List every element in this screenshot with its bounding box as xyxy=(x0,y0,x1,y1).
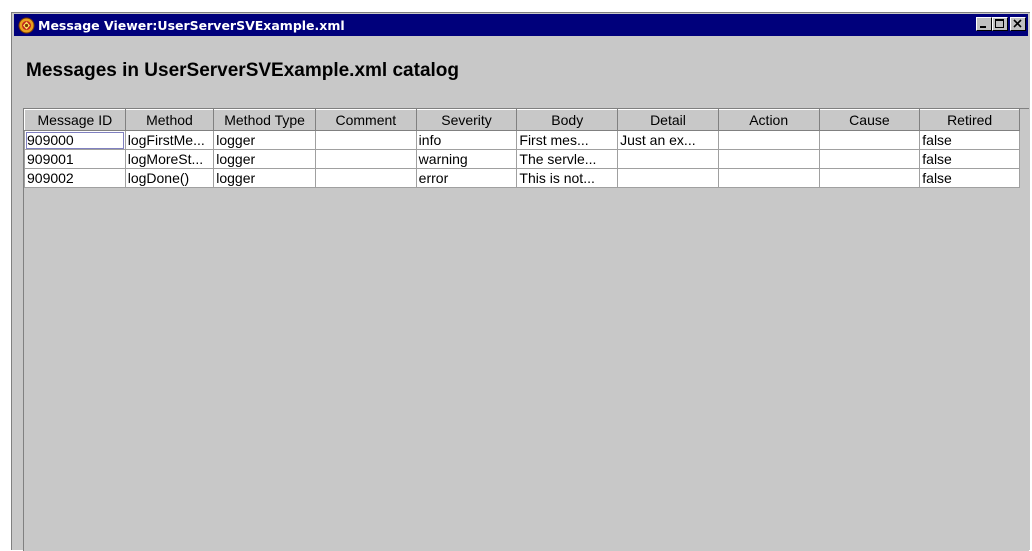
cell-method[interactable]: logMoreSt... xyxy=(124,149,215,169)
table-row[interactable]: 909001 logMoreSt... logger warning The s… xyxy=(24,149,1020,169)
cell-retired[interactable]: false xyxy=(919,149,1020,169)
cell-detail[interactable] xyxy=(617,168,719,188)
cell-cause[interactable] xyxy=(818,149,921,169)
cell-cause[interactable] xyxy=(818,130,921,150)
cell-comment[interactable] xyxy=(314,149,417,169)
column-header-method[interactable]: Method xyxy=(124,109,215,131)
cell-action[interactable] xyxy=(717,168,820,188)
table-row[interactable]: 909000 logFirstMe... logger info First m… xyxy=(24,130,1020,150)
cell-method[interactable]: logFirstMe... xyxy=(124,130,215,150)
cell-method-type[interactable]: logger xyxy=(213,149,316,169)
window-title: Message Viewer:UserServerSVExample.xml xyxy=(38,17,345,33)
title-bar[interactable]: Message Viewer:UserServerSVExample.xml xyxy=(14,14,1028,36)
messages-table-pane[interactable]: Message ID Method Method Type Comment Se… xyxy=(23,108,1029,551)
window-controls xyxy=(976,17,1026,31)
table-row[interactable]: 909002 logDone() logger error This is no… xyxy=(24,168,1020,188)
cell-comment[interactable] xyxy=(314,168,417,188)
column-header-detail[interactable]: Detail xyxy=(617,109,719,131)
cell-body[interactable]: This is not... xyxy=(516,168,619,188)
message-viewer-window: Message Viewer:UserServerSVExample.xml M… xyxy=(11,12,1030,551)
cell-method-type[interactable]: logger xyxy=(213,168,316,188)
message-viewer-app-icon[interactable] xyxy=(17,16,35,34)
close-icon[interactable] xyxy=(1010,17,1026,31)
maximize-icon[interactable] xyxy=(992,17,1008,31)
cell-action[interactable] xyxy=(717,130,820,150)
cell-body[interactable]: First mes... xyxy=(516,130,619,150)
cell-severity[interactable]: info xyxy=(415,130,518,150)
cell-method[interactable]: logDone() xyxy=(124,168,215,188)
minimize-icon[interactable] xyxy=(976,17,992,31)
column-header-message-id[interactable]: Message ID xyxy=(24,109,126,131)
cell-comment[interactable] xyxy=(314,130,417,150)
column-header-comment[interactable]: Comment xyxy=(314,109,417,131)
cell-retired[interactable]: false xyxy=(919,168,1020,188)
cell-action[interactable] xyxy=(717,149,820,169)
cell-message-id[interactable]: 909000 xyxy=(24,130,126,150)
cell-severity[interactable]: warning xyxy=(415,149,518,169)
column-header-cause[interactable]: Cause xyxy=(818,109,921,131)
column-header-action[interactable]: Action xyxy=(717,109,820,131)
column-header-retired[interactable]: Retired xyxy=(919,109,1020,131)
column-header-method-type[interactable]: Method Type xyxy=(213,109,316,131)
table-header-row: Message ID Method Method Type Comment Se… xyxy=(24,109,1020,131)
cell-body[interactable]: The servle... xyxy=(516,149,619,169)
column-header-severity[interactable]: Severity xyxy=(415,109,518,131)
catalog-heading: Messages in UserServerSVExample.xml cata… xyxy=(26,60,460,81)
cell-severity[interactable]: error xyxy=(415,168,518,188)
cell-detail[interactable] xyxy=(617,149,719,169)
cell-message-id[interactable]: 909002 xyxy=(24,168,126,188)
cell-retired[interactable]: false xyxy=(919,130,1020,150)
cell-method-type[interactable]: logger xyxy=(213,130,316,150)
cell-cause[interactable] xyxy=(818,168,921,188)
messages-table: Message ID Method Method Type Comment Se… xyxy=(24,109,1020,188)
cell-message-id[interactable]: 909001 xyxy=(24,149,126,169)
cell-detail[interactable]: Just an ex... xyxy=(617,130,719,150)
column-header-body[interactable]: Body xyxy=(516,109,619,131)
